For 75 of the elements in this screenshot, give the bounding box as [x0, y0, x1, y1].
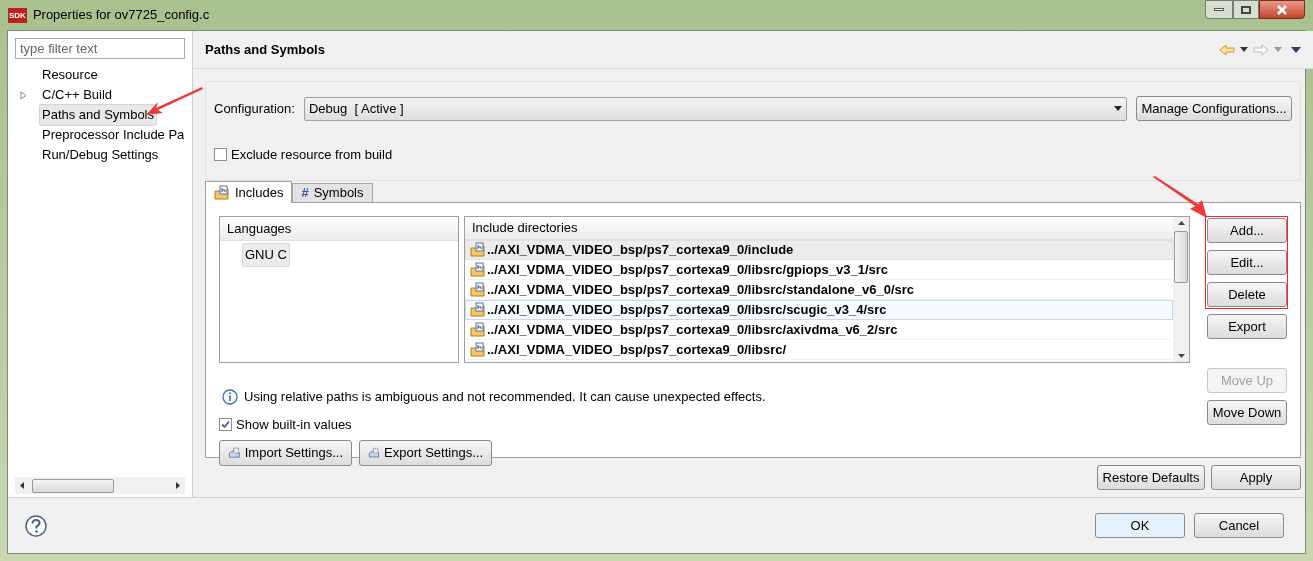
button[interactable]: Edit... [1207, 250, 1287, 275]
dropdown-arrow-icon[interactable] [1240, 47, 1248, 52]
tree-row[interactable]: Paths and Symbols [8, 105, 192, 125]
button[interactable]: Restore Defaults [1097, 465, 1205, 490]
include-path: ../AXI_VDMA_VIDEO_bsp/ps7_cortexa9_0/libsrc/scugic_v3_4/src [487, 301, 887, 320]
button[interactable]: Import Settings... [219, 440, 352, 466]
info-message: Using relative paths is ambiguous and not recommended. It can cause unexpected effects. [244, 388, 766, 406]
button[interactable]: Cancel [1194, 513, 1284, 538]
include-folder-icon [470, 262, 486, 278]
tree-item[interactable]: Run/Debug Settings [39, 144, 162, 166]
checkbox[interactable] [219, 417, 232, 431]
include-folder-icon [470, 322, 486, 338]
tree-row[interactable]: C/C++ Build [8, 85, 192, 105]
info-icon [222, 388, 238, 405]
include-row[interactable]: ../AXI_VDMA_VIDEO_bsp/ps7_cortexa9_0/include [465, 240, 1173, 260]
close-button[interactable] [1259, 0, 1305, 19]
tree-row[interactable]: Run/Debug Settings [8, 145, 192, 165]
tree-item[interactable]: Preprocessor Include Pa [39, 124, 188, 146]
button[interactable]: Move Down [1207, 400, 1287, 425]
checkbox-label: Exclude resource from build [231, 146, 393, 164]
minimize-button[interactable] [1205, 0, 1233, 19]
include-row[interactable]: ../AXI_VDMA_VIDEO_bsp/ps7_cortexa9_0/libsrc/scugic_v3_4/src [465, 300, 1173, 320]
include-row[interactable]: ../AXI_VDMA_VIDEO_bsp/ps7_cortexa9_0/libsrc/axivdma_v6_2/src [465, 320, 1173, 340]
scroll-right-icon[interactable] [176, 482, 180, 489]
configuration-dropdown[interactable]: Debug [ Active ] [303, 96, 1127, 121]
horizontal-scrollbar[interactable] [15, 477, 185, 494]
import-icon [228, 445, 241, 461]
annotation-arrow [1152, 176, 1208, 220]
scroll-left-icon[interactable] [20, 482, 24, 489]
include-folder-icon [470, 302, 486, 318]
configuration-label: Configuration: [214, 99, 295, 118]
button[interactable]: Export Settings... [359, 440, 492, 466]
tree-item[interactable]: Resource [39, 64, 101, 86]
button[interactable]: Export [1207, 314, 1287, 339]
export-icon [368, 445, 380, 461]
include-path: ../AXI_VDMA_VIDEO_bsp/ps7_cortexa9_0/libsrc/axivdma_v6_2/src [487, 321, 898, 340]
tab[interactable]: # Symbols [292, 183, 373, 202]
include-folder-icon [470, 282, 486, 298]
button[interactable]: OK [1095, 513, 1185, 538]
expand-arrow-icon[interactable] [20, 90, 27, 100]
help-icon[interactable] [25, 514, 47, 537]
tree-row[interactable]: Preprocessor Include Pa [8, 125, 192, 145]
include-folder-icon [470, 242, 486, 258]
tree-item[interactable]: Paths and Symbols [39, 104, 157, 126]
button[interactable]: Manage Configurations... [1136, 96, 1292, 121]
include-row[interactable]: ../AXI_VDMA_VIDEO_bsp/ps7_cortexa9_0/libsrc/ [465, 340, 1173, 360]
column-header: Include directories [465, 217, 1173, 240]
include-path: ../AXI_VDMA_VIDEO_bsp/ps7_cortexa9_0/include [487, 241, 794, 260]
vertical-scrollbar[interactable] [1173, 217, 1189, 362]
include-folder-icon [214, 184, 230, 201]
include-path: ../AXI_VDMA_VIDEO_bsp/ps7_cortexa9_0/libsrc/ [487, 341, 787, 360]
scroll-down-icon[interactable] [1177, 354, 1185, 358]
tree-item[interactable]: C/C++ Build [39, 84, 116, 106]
checkbox-label: Show built-in values [236, 415, 352, 434]
tab[interactable]: Includes [205, 181, 293, 203]
button[interactable]: Add... [1207, 218, 1287, 243]
hash-icon: # [301, 183, 309, 203]
tree-row[interactable]: Resource [8, 65, 192, 85]
include-row[interactable]: ../AXI_VDMA_VIDEO_bsp/ps7_cortexa9_0/libsrc/gpiops_v3_1/src [465, 260, 1173, 280]
include-folder-icon [470, 342, 486, 358]
app-logo: SDK [8, 7, 27, 23]
button[interactable]: Delete [1207, 282, 1287, 307]
window-title: Properties for ov7725_config.c [32, 6, 210, 25]
view-menu-icon[interactable] [1291, 46, 1301, 53]
scroll-up-icon[interactable] [1177, 221, 1185, 225]
page-title: Paths and Symbols [205, 40, 325, 59]
maximize-button[interactable] [1233, 0, 1259, 19]
dropdown-arrow-icon [1114, 106, 1122, 111]
filter-field[interactable]: type filter text [15, 38, 185, 59]
button[interactable]: Apply [1211, 465, 1301, 490]
language-item[interactable]: GNU C [242, 243, 290, 267]
checkbox[interactable] [214, 148, 227, 162]
include-path: ../AXI_VDMA_VIDEO_bsp/ps7_cortexa9_0/libsrc/gpiops_v3_1/src [487, 261, 888, 280]
close-icon [1276, 4, 1288, 15]
include-path: ../AXI_VDMA_VIDEO_bsp/ps7_cortexa9_0/libsrc/standalone_v6_0/src [487, 281, 915, 300]
